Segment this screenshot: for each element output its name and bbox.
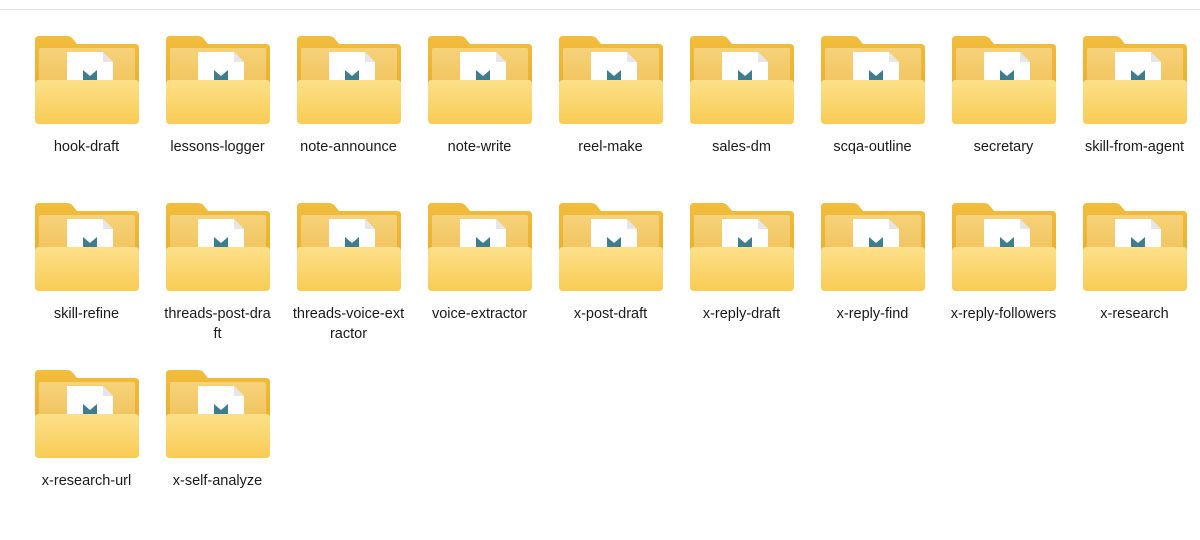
folder-icon xyxy=(820,36,925,124)
folder-item[interactable]: x-post-draft xyxy=(545,197,676,364)
folder-icon xyxy=(296,203,401,291)
folder-icon xyxy=(34,36,139,124)
folder-label: skill-refine xyxy=(53,306,120,322)
folder-label: scqa-outline xyxy=(833,139,912,155)
folder-item[interactable]: x-reply-followers xyxy=(938,197,1069,364)
folder-item[interactable]: note-write xyxy=(414,30,545,197)
folder-icon xyxy=(689,203,794,291)
folder-item[interactable]: skill-refine xyxy=(21,197,152,364)
folder-label: sales-dm xyxy=(712,139,771,155)
folder-label: x-reply-followers xyxy=(950,306,1057,322)
folder-item[interactable]: secretary xyxy=(938,30,1069,197)
folder-label: x-reply-find xyxy=(836,306,909,322)
folder-icon xyxy=(689,36,794,124)
folder-label: threads-voice-ext ractor xyxy=(292,306,405,342)
toolbar-divider xyxy=(0,0,1200,10)
folder-label: x-reply-draft xyxy=(702,306,781,322)
folder-icon xyxy=(558,203,663,291)
folder-icon xyxy=(34,203,139,291)
folder-icon xyxy=(951,36,1056,124)
folder-icon xyxy=(951,203,1056,291)
folder-label: threads-post-dra ft xyxy=(164,306,271,342)
file-grid: hook-draft lessons-logger note-announce … xyxy=(21,30,1200,511)
folder-item[interactable]: lessons-logger xyxy=(152,30,283,197)
folder-icon xyxy=(165,203,270,291)
folder-label: x-self-analyze xyxy=(172,473,263,489)
folder-icon xyxy=(1082,203,1187,291)
folder-label: x-research-url xyxy=(41,473,132,489)
folder-label: note-announce xyxy=(300,139,397,155)
folder-label: lessons-logger xyxy=(170,139,265,155)
folder-icon xyxy=(296,36,401,124)
folder-icon xyxy=(558,36,663,124)
folder-item[interactable]: threads-voice-ext ractor xyxy=(283,197,414,364)
folder-item[interactable]: x-research-url xyxy=(21,364,152,531)
folder-label: x-research xyxy=(1100,306,1169,322)
folder-icon xyxy=(427,203,532,291)
folder-label: hook-draft xyxy=(53,139,120,155)
folder-item[interactable]: sales-dm xyxy=(676,30,807,197)
folder-label: reel-make xyxy=(578,139,643,155)
folder-item[interactable]: skill-from-agent xyxy=(1069,30,1200,197)
folder-item[interactable]: x-reply-draft xyxy=(676,197,807,364)
folder-icon xyxy=(34,370,139,458)
folder-label: x-post-draft xyxy=(573,306,648,322)
folder-label: note-write xyxy=(447,139,512,155)
folder-item[interactable]: scqa-outline xyxy=(807,30,938,197)
folder-item[interactable]: x-self-analyze xyxy=(152,364,283,531)
folder-icon xyxy=(165,370,270,458)
folder-icon xyxy=(165,36,270,124)
folder-item[interactable]: note-announce xyxy=(283,30,414,197)
folder-icon xyxy=(1082,36,1187,124)
folder-icon xyxy=(427,36,532,124)
folder-item[interactable]: reel-make xyxy=(545,30,676,197)
folder-item[interactable]: x-reply-find xyxy=(807,197,938,364)
folder-item[interactable]: voice-extractor xyxy=(414,197,545,364)
folder-item[interactable]: threads-post-dra ft xyxy=(152,197,283,364)
folder-label: skill-from-agent xyxy=(1084,139,1185,155)
folder-label: voice-extractor xyxy=(431,306,528,322)
folder-label: secretary xyxy=(973,139,1034,155)
folder-item[interactable]: x-research xyxy=(1069,197,1200,364)
folder-icon xyxy=(820,203,925,291)
folder-item[interactable]: hook-draft xyxy=(21,30,152,197)
